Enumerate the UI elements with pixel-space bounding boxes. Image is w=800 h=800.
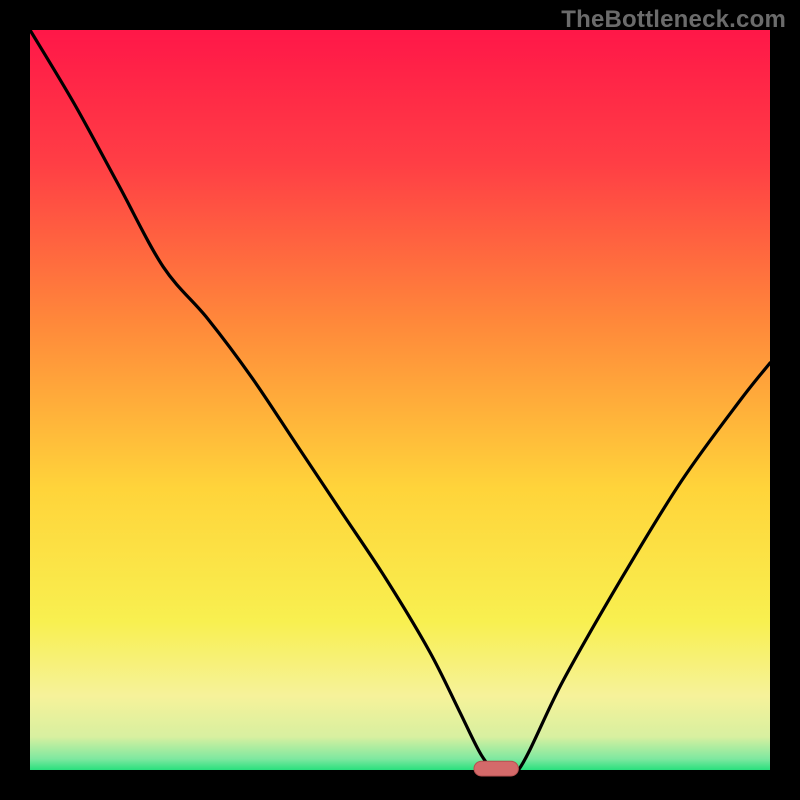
bottleneck-chart: TheBottleneck.com — [0, 0, 800, 800]
optimal-marker — [474, 761, 518, 776]
plot-area — [30, 30, 770, 770]
watermark-label: TheBottleneck.com — [561, 6, 786, 34]
chart-svg — [0, 0, 800, 800]
